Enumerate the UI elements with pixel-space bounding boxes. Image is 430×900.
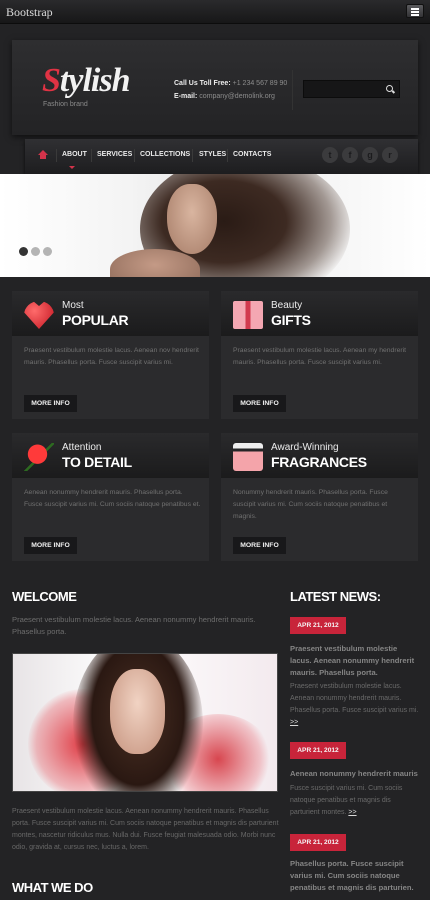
nav-item-services[interactable]: SERVICES	[97, 151, 132, 158]
read-more-link[interactable]: >>	[348, 809, 356, 816]
phone-label: Call Us Toll Free:	[174, 80, 231, 87]
welcome-intro: Praesent vestibulum molestie lacus. Aene…	[12, 615, 256, 636]
news-summary: Fusce suscipit varius mi. Cum sociis nat…	[290, 785, 403, 816]
home-icon[interactable]	[38, 150, 48, 159]
nav-divider	[56, 149, 57, 162]
menu-bar-icon	[411, 14, 419, 16]
main-nav: ABOUT SERVICES COLLECTIONS STYLES CONTAC…	[25, 139, 418, 174]
more-info-button[interactable]: MORE INFO	[233, 395, 286, 412]
news-summary: Praesent vestibulum molestie lacus. Aene…	[290, 683, 419, 714]
latest-news-title: LATEST NEWS:	[290, 589, 381, 604]
news-text: Fusce suscipit varius mi. Cum sociis nat…	[290, 783, 420, 819]
news-headline[interactable]: Praesent vestibulum molestie lacus. Aene…	[290, 643, 420, 679]
feature-title: TO DETAIL	[62, 454, 132, 470]
nav-item-collections[interactable]: COLLECTIONS	[140, 151, 190, 158]
menu-bar-icon	[411, 11, 419, 13]
nav-divider	[192, 149, 193, 162]
search-input[interactable]	[303, 80, 400, 98]
rss-icon[interactable]: r	[382, 147, 398, 163]
feature-text: Praesent vestibulum molestie lacus. Aene…	[233, 347, 407, 366]
feature-subtitle: Most	[62, 300, 84, 311]
feature-title: FRAGRANCES	[271, 454, 367, 470]
logo-text: tylish	[59, 62, 131, 99]
feature-title: GIFTS	[271, 312, 311, 328]
header-divider	[292, 70, 293, 110]
more-info-button[interactable]: MORE INFO	[233, 537, 286, 554]
welcome-title: WELCOME	[12, 589, 77, 604]
site-header: Stylish Fashion brand Call Us Toll Free:…	[12, 40, 418, 135]
facebook-icon[interactable]: f	[342, 147, 358, 163]
menu-bar-icon	[411, 8, 419, 10]
feature-popular: Most POPULAR Praesent vestibulum molesti…	[12, 291, 209, 419]
menu-toggle-button[interactable]	[406, 4, 424, 18]
active-indicator	[69, 166, 75, 169]
site-logo[interactable]: Stylish	[42, 62, 130, 100]
feature-text: Aenean nonummy hendrerit mauris. Phasell…	[24, 489, 201, 508]
feature-subtitle: Beauty	[271, 300, 303, 311]
nav-divider	[134, 149, 135, 162]
logo-initial: S	[42, 62, 61, 99]
brand-name[interactable]: Bootstrap	[6, 5, 53, 20]
welcome-body: Praesent vestibulum molestie lacus. Aene…	[12, 808, 279, 851]
slider-dot-1[interactable]	[19, 247, 28, 256]
phone-number: +1 234 567 89 90	[232, 80, 288, 87]
perfume-icon	[233, 443, 263, 471]
rose-icon	[24, 443, 54, 471]
tagline: Fashion brand	[43, 101, 88, 108]
top-bar: Bootstrap	[0, 0, 430, 24]
gift-icon	[233, 301, 263, 329]
more-info-button[interactable]: MORE INFO	[24, 537, 77, 554]
what-we-do-title: WHAT WE DO	[12, 880, 93, 895]
google-plus-icon[interactable]: g	[362, 147, 378, 163]
search-icon[interactable]	[386, 85, 393, 92]
hero-slider[interactable]	[0, 174, 430, 277]
news-headline[interactable]: Phasellus porta. Fusce suscipit varius m…	[290, 858, 420, 894]
email-line: E-mail: company@demolink.org	[174, 93, 275, 100]
nav-divider	[227, 149, 228, 162]
feature-text: Praesent vestibulum molestie lacus. Aene…	[24, 347, 199, 366]
twitter-icon[interactable]: t	[322, 147, 338, 163]
news-date-badge: APR 21, 2012	[290, 617, 346, 634]
phone-line: Call Us Toll Free: +1 234 567 89 90	[174, 80, 287, 87]
feature-fragrances: Award-Winning FRAGRANCES Nonummy hendrer…	[221, 433, 418, 561]
nav-divider	[91, 149, 92, 162]
news-headline[interactable]: Aenean nonummy hendrerit mauris	[290, 768, 420, 780]
feature-gifts: Beauty GIFTS Praesent vestibulum molesti…	[221, 291, 418, 419]
feature-text: Nonummy hendrerit mauris. Phasellus port…	[233, 489, 388, 520]
feature-title: POPULAR	[62, 312, 129, 328]
read-more-link[interactable]: >>	[290, 719, 298, 726]
email-label: E-mail:	[174, 93, 198, 100]
news-date-badge: APR 21, 2012	[290, 742, 346, 759]
news-text: Praesent vestibulum molestie lacus. Aene…	[290, 681, 420, 729]
feature-subtitle: Award-Winning	[271, 442, 339, 453]
image-model-face	[110, 669, 165, 754]
nav-item-contacts[interactable]: CONTACTS	[233, 151, 271, 158]
feature-subtitle: Attention	[62, 442, 102, 453]
slider-dot-3[interactable]	[43, 247, 52, 256]
more-info-button[interactable]: MORE INFO	[24, 395, 77, 412]
feature-detail: Attention TO DETAIL Aenean nonummy hendr…	[12, 433, 209, 561]
nav-item-about[interactable]: ABOUT	[62, 151, 87, 158]
nav-item-styles[interactable]: STYLES	[199, 151, 226, 158]
slider-dot-2[interactable]	[31, 247, 40, 256]
news-date-badge: APR 21, 2012	[290, 834, 346, 851]
hero-model-face	[167, 184, 217, 254]
email-address[interactable]: company@demolink.org	[199, 93, 275, 100]
welcome-image	[12, 653, 278, 792]
